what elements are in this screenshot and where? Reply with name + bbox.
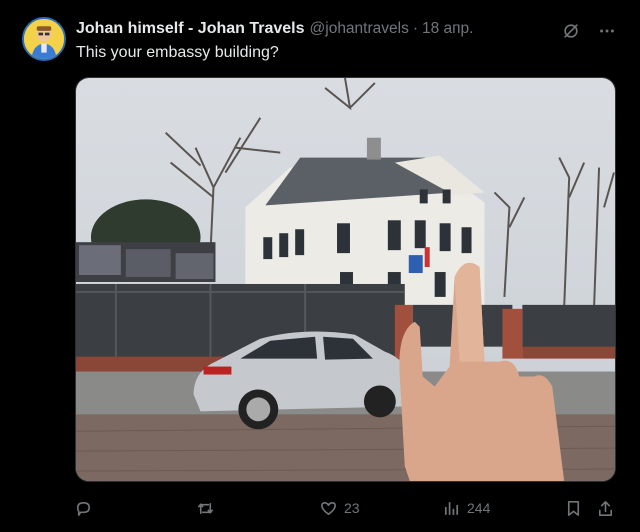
handle[interactable]: @johantravels (310, 20, 409, 38)
tweet-date[interactable]: 18 апр. (422, 20, 474, 38)
tweet-text: This your embassy building? (76, 44, 279, 61)
bookmark-button[interactable] (564, 495, 583, 521)
tweet: Johan himself - Johan Travels @johantrav… (0, 0, 640, 532)
share-icon (598, 500, 613, 516)
reply-icon (76, 501, 91, 516)
bookmark-icon (567, 500, 580, 516)
like-icon (321, 501, 336, 515)
views-button[interactable]: 244 (442, 495, 490, 521)
views-icon (444, 501, 459, 515)
tweet-photo[interactable] (75, 77, 616, 482)
more-icon[interactable] (596, 20, 618, 42)
tweet-top-actions (560, 20, 618, 42)
avatar-illustration (24, 19, 64, 59)
tweet-actions: 23 244 (74, 495, 620, 521)
like-count: 23 (344, 500, 360, 516)
embassy-photo (76, 78, 615, 481)
retweet-button[interactable] (196, 495, 221, 521)
like-button[interactable]: 23 (319, 495, 360, 521)
grok-icon[interactable] (560, 20, 582, 42)
display-name[interactable]: Johan himself - Johan Travels (76, 20, 305, 38)
tweet-header: Johan himself - Johan Travels @johantrav… (76, 20, 474, 42)
retweet-icon (198, 502, 213, 514)
avatar[interactable] (22, 17, 66, 61)
view-count: 244 (467, 500, 491, 516)
share-button[interactable] (596, 495, 615, 521)
separator-dot: · (412, 20, 418, 37)
reply-button[interactable] (74, 495, 99, 521)
